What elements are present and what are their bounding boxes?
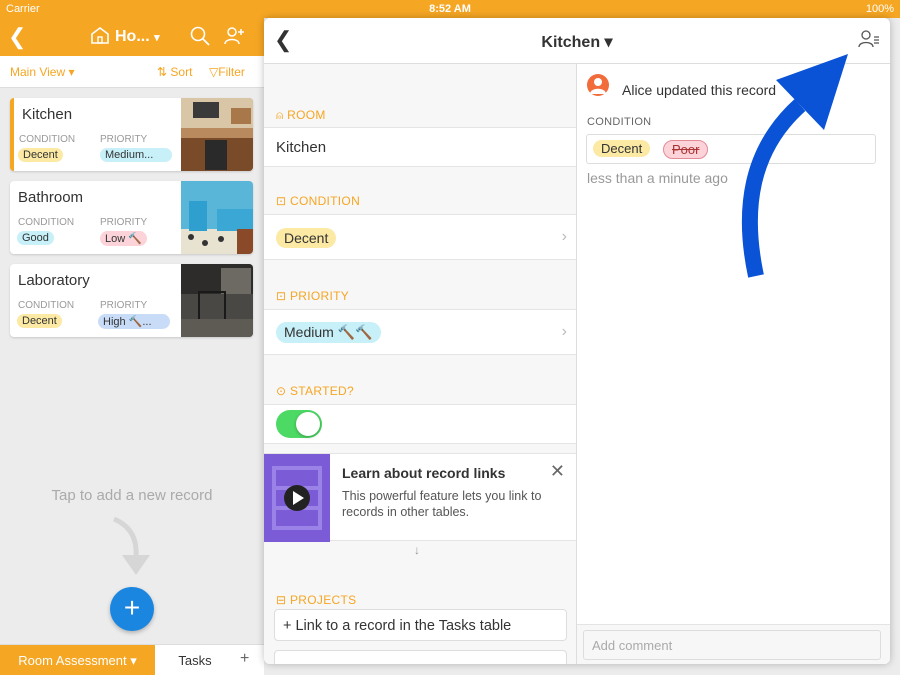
clock: 8:52 AM — [429, 3, 471, 15]
record-name: Kitchen — [22, 106, 73, 123]
condition-field-label: ⊡ CONDITION — [276, 194, 361, 208]
priority-label: PRIORITY — [100, 300, 148, 311]
arrow-down-icon: ↓ — [414, 543, 420, 557]
filter-button[interactable]: ▽Filter — [209, 65, 245, 79]
view-toolbar: Main View ▾ ⇅ Sort ▽Filter — [0, 56, 264, 88]
bathroom-photo — [181, 181, 253, 254]
house-icon — [90, 26, 110, 49]
checkbox-icon: ⊙ — [276, 384, 287, 398]
record-name: Laboratory — [18, 272, 90, 289]
single-select-icon: ⊡ — [276, 194, 287, 208]
tab-tasks[interactable]: Tasks — [155, 645, 235, 675]
table-tabs: Room Assessment ▾ Tasks + — [0, 644, 264, 675]
priority-label: PRIORITY — [100, 134, 148, 145]
sort-button[interactable]: ⇅ Sort — [157, 65, 192, 79]
user-icon — [590, 78, 606, 94]
record-card[interactable]: Kitchen CONDITION PRIORITY Decent Medium… — [10, 98, 253, 171]
priority-field[interactable]: Medium 🔨🔨 › — [264, 309, 576, 355]
room-field-label: ⍝ ROOM — [276, 108, 326, 122]
record-title[interactable]: Kitchen ▾ — [264, 32, 890, 52]
priority-pill: Medium 🔨🔨 — [276, 322, 381, 343]
priority-chip: High 🔨... — [98, 314, 170, 329]
activity-timestamp: less than a minute ago — [587, 170, 728, 186]
link-icon: ⊟ — [276, 593, 287, 607]
record-links-promo: Learn about record links This powerful f… — [264, 453, 576, 542]
close-icon[interactable]: ✕ — [550, 461, 565, 482]
condition-chip: Good — [17, 231, 54, 245]
sort-icon: ⇅ — [157, 65, 168, 79]
comment-input[interactable]: Add comment — [583, 630, 881, 660]
condition-chip: Decent — [17, 314, 62, 328]
view-switcher[interactable]: Main View ▾ — [10, 65, 75, 79]
condition-chip: Decent — [18, 148, 63, 162]
condition-pill: Decent — [276, 228, 337, 248]
base-title[interactable]: Ho... ▾ — [115, 28, 160, 46]
priority-label: PRIORITY — [100, 217, 148, 228]
tab-room-assessment[interactable]: Room Assessment ▾ — [0, 645, 155, 675]
priority-chip: Low 🔨 — [100, 231, 147, 246]
condition-label: CONDITION — [18, 300, 75, 311]
room-field[interactable]: Kitchen — [264, 127, 576, 167]
projects-field-label: ⊟ PROJECTS — [276, 593, 357, 607]
promo-description: This powerful feature lets you link to r… — [342, 489, 542, 519]
add-table-button[interactable]: + — [240, 650, 249, 668]
room-value: Kitchen — [276, 139, 327, 156]
person-icon: ⍝ — [276, 108, 284, 122]
promo-title: Learn about record links — [342, 465, 506, 481]
video-thumbnail[interactable] — [264, 454, 330, 542]
link-record-button[interactable]: + Link to a record in the Tasks table — [274, 609, 567, 641]
new-value-chip: Decent — [593, 140, 651, 157]
status-bar: Carrier 8:52 AM 100% — [0, 0, 900, 18]
battery-level: 100% — [865, 3, 894, 15]
toggle-knob — [296, 412, 320, 436]
curved-arrow-icon — [112, 516, 150, 575]
add-record-button[interactable]: + — [110, 587, 154, 631]
single-select-icon: ⊡ — [276, 289, 287, 303]
empty-hint: Tap to add a new record — [51, 487, 213, 504]
started-field-label: ⊙ STARTED? — [276, 384, 354, 398]
filter-icon: ▽ — [209, 65, 219, 79]
back-chevron-icon[interactable]: ❮ — [8, 24, 26, 50]
laboratory-photo — [181, 264, 253, 337]
annotation-arrow-icon — [741, 54, 848, 278]
activity-field-label: CONDITION — [587, 116, 652, 128]
record-card[interactable]: Laboratory CONDITION PRIORITY Decent Hig… — [10, 264, 253, 337]
started-field — [264, 404, 576, 444]
search-icon[interactable] — [190, 26, 210, 51]
priority-chip: Medium... — [100, 148, 172, 162]
record-fields: ⍝ ROOM Kitchen ⊡ CONDITION Decent › ⊡ PR… — [264, 64, 577, 664]
activity-feed-icon[interactable] — [858, 29, 880, 54]
old-value-chip: Poor — [663, 140, 709, 159]
priority-field-label: ⊡ PRIORITY — [276, 289, 350, 303]
record-name: Bathroom — [18, 189, 84, 206]
chevron-right-icon: › — [561, 323, 567, 340]
condition-field[interactable]: Decent › — [264, 214, 576, 260]
kitchen-photo — [181, 98, 253, 171]
condition-label: CONDITION — [19, 134, 76, 145]
avatar — [587, 74, 609, 96]
create-record-button[interactable] — [274, 650, 567, 664]
condition-label: CONDITION — [18, 217, 75, 228]
play-icon — [272, 466, 322, 530]
chevron-right-icon: › — [561, 228, 567, 245]
base-header: ❮ Ho... ▾ — [0, 18, 264, 56]
collaborators-icon[interactable] — [224, 26, 246, 51]
record-card[interactable]: Bathroom CONDITION PRIORITY Good Low 🔨 — [10, 181, 253, 254]
started-toggle[interactable] — [276, 410, 322, 438]
